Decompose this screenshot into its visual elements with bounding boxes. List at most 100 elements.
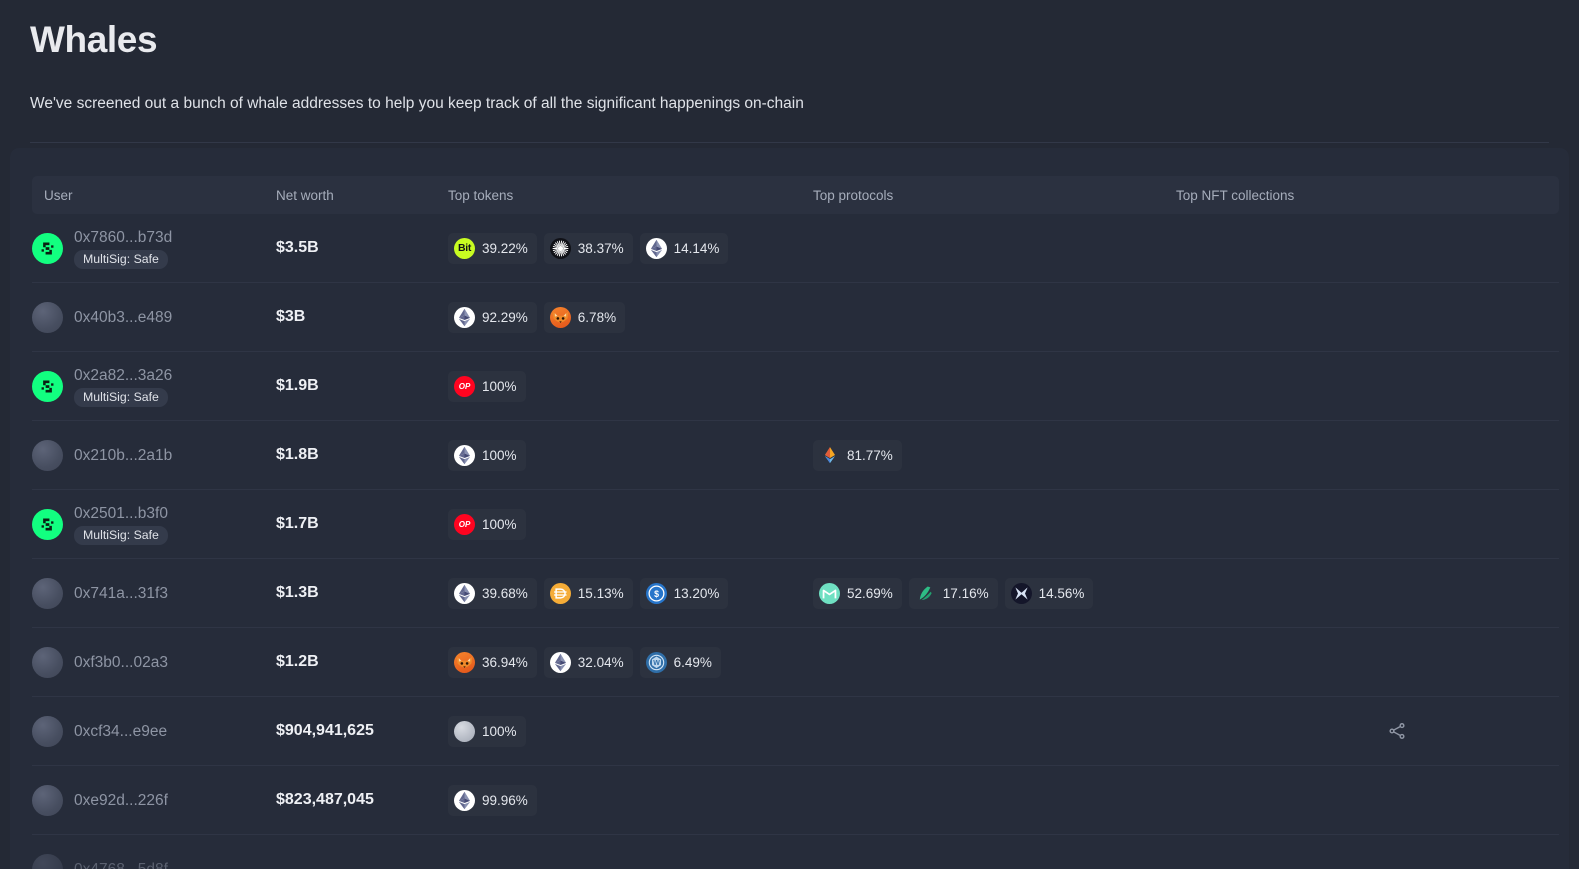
- token-chip[interactable]: OP 100%: [448, 370, 526, 402]
- top-tokens-cell: Bit 39.22% 38.37% 14.14%: [436, 232, 801, 264]
- blank-avatar-icon: [32, 577, 63, 609]
- whales-table: User Net worth Top tokens Top protocols …: [32, 176, 1559, 869]
- user-address[interactable]: 0x4768...5d8f: [74, 860, 168, 869]
- table-row[interactable]: 0x741a...31f3 $1.3B 39.68% 15.13% $13.20% 52.…: [32, 559, 1559, 628]
- token-chip[interactable]: 38.37%: [543, 232, 633, 264]
- maker-protocol-icon: [819, 582, 840, 604]
- 1inch-protocol-icon: [1010, 582, 1032, 604]
- user-text: 0x40b3...e489: [74, 308, 172, 327]
- op-token-icon: OP: [454, 513, 475, 535]
- header-divider: [30, 142, 1549, 143]
- token-percent: 39.68%: [482, 585, 528, 601]
- lido-protocol-icon: [819, 444, 840, 466]
- user-address[interactable]: 0xcf34...e9ee: [74, 722, 167, 741]
- blank-avatar-icon: [32, 715, 63, 747]
- user-cell[interactable]: 0xcf34...e9ee: [32, 715, 264, 747]
- ena-token-icon: [549, 237, 571, 259]
- table-row[interactable]: 0x40b3...e489 $3B 92.29% 6.78%: [32, 283, 1559, 352]
- user-address[interactable]: 0x741a...31f3: [74, 584, 168, 603]
- token-chip[interactable]: 36.94%: [448, 646, 537, 678]
- token-chip[interactable]: 32.04%: [543, 646, 633, 678]
- page-header: Whales We've screened out a bunch of wha…: [0, 0, 1579, 143]
- token-percent: 36.94%: [482, 654, 528, 670]
- table-row[interactable]: 0x2a82...3a26 MultiSig: Safe $1.9B OP 100%: [32, 352, 1559, 421]
- grey-token-icon: [454, 720, 475, 742]
- protocol-chip[interactable]: 81.77%: [813, 439, 902, 471]
- user-cell[interactable]: 0x2501...b3f0 MultiSig: Safe: [32, 504, 264, 545]
- user-address[interactable]: 0x7860...b73d: [74, 228, 172, 247]
- shib-token-icon: [549, 306, 571, 328]
- user-address[interactable]: 0x2501...b3f0: [74, 504, 168, 523]
- token-percent: 100%: [482, 378, 517, 394]
- table-row[interactable]: 0xf3b0...02a3 $1.2B 36.94% 32.04% W 6.49%: [32, 628, 1559, 697]
- column-header-top-protocols[interactable]: Top protocols: [801, 188, 1164, 203]
- safe-icon: [32, 508, 63, 540]
- eth-token-icon: [549, 651, 571, 673]
- token-chip[interactable]: 14.14%: [639, 232, 729, 264]
- net-worth-value: $823,487,045: [276, 791, 374, 808]
- token-percent: 39.22%: [482, 240, 528, 256]
- protocol-chip[interactable]: 52.69%: [813, 577, 902, 609]
- token-chip[interactable]: W 6.49%: [639, 646, 721, 678]
- user-cell[interactable]: 0x741a...31f3: [32, 577, 264, 609]
- protocol-percent: 14.56%: [1038, 585, 1085, 601]
- user-cell[interactable]: 0x4768...5d8f: [32, 853, 264, 869]
- user-cell[interactable]: 0x40b3...e489: [32, 301, 264, 333]
- user-cell[interactable]: 0x2a82...3a26 MultiSig: Safe: [32, 366, 264, 407]
- token-percent: 99.96%: [482, 792, 528, 808]
- column-header-top-nft-collections[interactable]: Top NFT collections: [1164, 188, 1559, 203]
- user-text: 0x2a82...3a26 MultiSig: Safe: [74, 366, 172, 407]
- user-address[interactable]: 0x2a82...3a26: [74, 366, 172, 385]
- user-address[interactable]: 0xe92d...226f: [74, 791, 168, 810]
- token-chip[interactable]: 100%: [448, 715, 526, 747]
- whales-table-card: User Net worth Top tokens Top protocols …: [10, 148, 1569, 869]
- user-cell[interactable]: 0x210b...2a1b: [32, 439, 264, 471]
- table-row[interactable]: 0xcf34...e9ee $904,941,625 100%: [32, 697, 1559, 766]
- shib-token-icon: [454, 651, 475, 673]
- net-worth-value: $3B: [276, 308, 306, 325]
- token-chip[interactable]: 100%: [448, 439, 526, 471]
- token-percent: 13.20%: [673, 585, 720, 601]
- table-row[interactable]: 0x2501...b3f0 MultiSig: Safe $1.7B OP 100%: [32, 490, 1559, 559]
- aave-protocol-icon: [914, 582, 936, 604]
- user-address[interactable]: 0x40b3...e489: [74, 308, 172, 327]
- eth-token-icon: [454, 444, 475, 466]
- token-percent: 38.37%: [577, 240, 624, 256]
- token-percent: 100%: [482, 447, 517, 463]
- user-cell[interactable]: 0xf3b0...02a3: [32, 646, 264, 678]
- table-row[interactable]: 0x7860...b73d MultiSig: Safe $3.5B Bit 39.22…: [32, 214, 1559, 283]
- user-address[interactable]: 0xf3b0...02a3: [74, 653, 168, 672]
- token-chip[interactable]: 92.29%: [448, 301, 537, 333]
- blank-avatar-icon: [32, 784, 63, 816]
- safe-icon: [32, 232, 63, 264]
- user-cell[interactable]: 0xe92d...226f: [32, 784, 264, 816]
- table-row[interactable]: 0x4768...5d8f: [32, 835, 1559, 869]
- user-cell[interactable]: 0x7860...b73d MultiSig: Safe: [32, 228, 264, 269]
- token-chip[interactable]: 15.13%: [543, 577, 633, 609]
- token-chip[interactable]: $13.20%: [639, 577, 729, 609]
- protocol-percent: 52.69%: [847, 585, 893, 601]
- column-header-net-worth[interactable]: Net worth: [264, 188, 436, 203]
- token-chip[interactable]: 39.68%: [448, 577, 537, 609]
- protocol-chip[interactable]: 17.16%: [908, 577, 998, 609]
- protocol-percent: 81.77%: [847, 447, 893, 463]
- blank-avatar-icon: [32, 301, 63, 333]
- token-chip[interactable]: OP 100%: [448, 508, 526, 540]
- table-row[interactable]: 0x210b...2a1b $1.8B 100% 81.77%: [32, 421, 1559, 490]
- protocol-chip[interactable]: 14.56%: [1004, 577, 1094, 609]
- token-percent: 6.78%: [577, 309, 617, 325]
- column-header-user[interactable]: User: [32, 188, 264, 203]
- share-icon[interactable]: [1387, 721, 1407, 741]
- net-worth-cell: $1.9B: [264, 377, 436, 395]
- net-worth-value: $1.8B: [276, 446, 319, 463]
- token-chip[interactable]: 6.78%: [543, 301, 626, 333]
- token-chip[interactable]: Bit 39.22%: [448, 232, 537, 264]
- table-row[interactable]: 0xe92d...226f $823,487,045 99.96%: [32, 766, 1559, 835]
- column-header-top-tokens[interactable]: Top tokens: [436, 188, 801, 203]
- token-percent: 14.14%: [673, 240, 720, 256]
- multisig-badge: MultiSig: Safe: [74, 525, 168, 545]
- top-protocols-cell: 52.69% 17.16% 14.56%: [801, 577, 1164, 609]
- token-chip[interactable]: 99.96%: [448, 784, 537, 816]
- user-address[interactable]: 0x210b...2a1b: [74, 446, 172, 465]
- token-percent: 6.49%: [673, 654, 712, 670]
